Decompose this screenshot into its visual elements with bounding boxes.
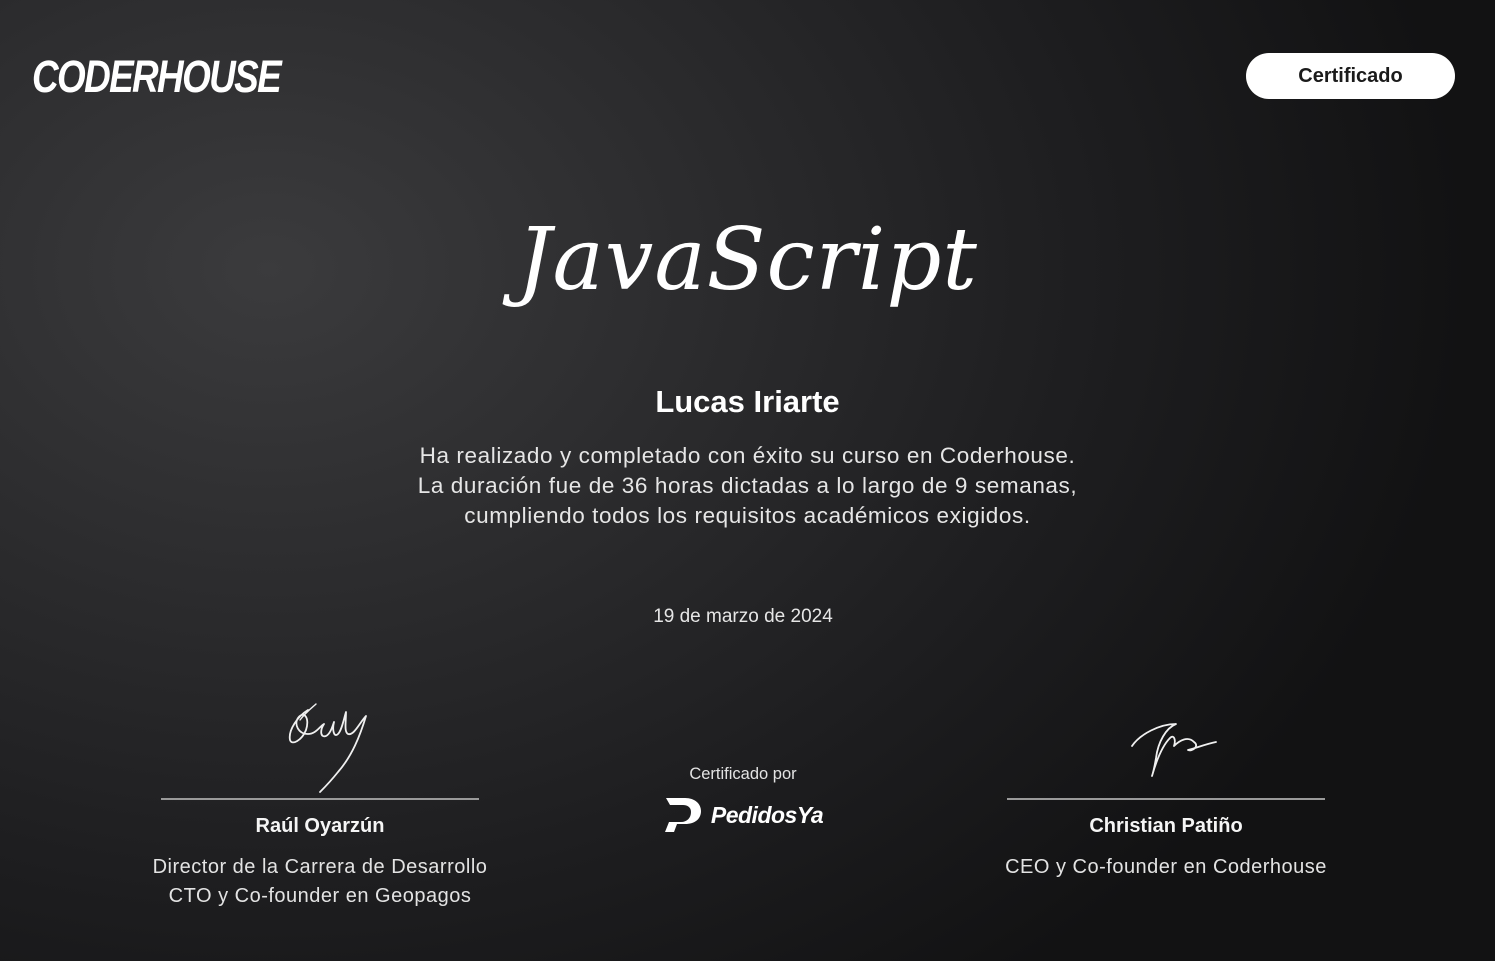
sponsor-label: Certificado por bbox=[689, 765, 797, 783]
sponsor-name: PedidosYa bbox=[710, 801, 824, 828]
issue-date: 19 de marzo de 2024 bbox=[653, 606, 833, 627]
signatory-left: Raúl Oyarzún Director de la Carrera de D… bbox=[110, 696, 530, 911]
coderhouse-logo: CODERHOUSE bbox=[32, 51, 282, 102]
description-line: cumpliendo todos los requisitos académic… bbox=[464, 503, 1031, 528]
signature-left-icon bbox=[288, 703, 367, 793]
signature-line bbox=[161, 798, 479, 800]
signatory-role: Director de la Carrera de Desarrollo CTO… bbox=[110, 853, 530, 911]
description-line: La duración fue de 36 horas dictadas a l… bbox=[417, 473, 1078, 498]
student-name: Lucas Iriarte bbox=[655, 384, 840, 419]
role-line: CTO y Co-founder en Geopagos bbox=[168, 885, 472, 907]
pedidosya-p-icon bbox=[664, 798, 701, 832]
signature-line bbox=[1007, 798, 1325, 800]
role-line: Director de la Carrera de Desarrollo bbox=[152, 856, 488, 878]
sponsor: Certificado por PedidosYa bbox=[593, 762, 893, 834]
certificate-badge: Certificado bbox=[1246, 53, 1455, 99]
role-line: CEO y Co-founder en Coderhouse bbox=[1005, 856, 1327, 878]
certificate: CODERHOUSE Certificado JavaScript Lucas … bbox=[0, 0, 1495, 961]
certificate-description: Ha realizado y completado con éxito su c… bbox=[0, 441, 1495, 531]
signature-right-icon bbox=[1131, 723, 1217, 777]
description-line: Ha realizado y completado con éxito su c… bbox=[419, 443, 1076, 468]
course-title: JavaScript bbox=[517, 210, 978, 310]
signatory-role: CEO y Co-founder en Coderhouse bbox=[956, 853, 1376, 882]
signatory-name: Raúl Oyarzún bbox=[255, 815, 385, 837]
signatory-right: Christian Patiño CEO y Co-founder en Cod… bbox=[956, 696, 1376, 882]
signatory-name: Christian Patiño bbox=[1089, 815, 1243, 837]
pedidosya-logo: PedidosYa bbox=[593, 796, 893, 834]
